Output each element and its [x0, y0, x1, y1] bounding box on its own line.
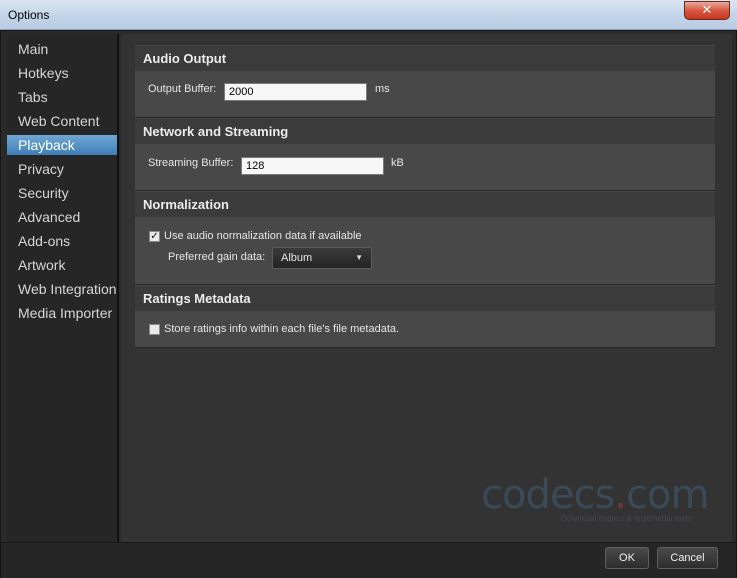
section-header-ratings: Ratings Metadata [135, 285, 715, 311]
preferred-gain-label: Preferred gain data: [168, 251, 266, 263]
sidebar-item-playback[interactable]: Playback [7, 135, 117, 155]
use-normalization-label: Use audio normalization data if availabl… [164, 230, 362, 242]
dialog-footer: OK Cancel [1, 542, 736, 578]
store-ratings-checkbox[interactable] [149, 324, 160, 335]
use-normalization-checkbox[interactable]: ✓ [149, 231, 160, 242]
options-dialog: Main Hotkeys Tabs Web Content Playback P… [0, 30, 737, 578]
sidebar-item-web-integration[interactable]: Web Integration [7, 279, 117, 299]
codecs-watermark-logo: codecs.com [481, 472, 709, 518]
store-ratings-label: Store ratings info within each file's fi… [164, 323, 400, 335]
settings-panel: Audio Output Output Buffer: 2000 ms Netw… [121, 34, 732, 542]
sidebar: Main Hotkeys Tabs Web Content Playback P… [7, 34, 119, 542]
preferred-gain-dropdown[interactable]: Album ▼ [272, 247, 372, 269]
checkmark-icon: ✓ [150, 231, 159, 242]
section-header-normalization: Normalization [135, 191, 715, 217]
sidebar-item-media-importer[interactable]: Media Importer [7, 303, 117, 323]
section-audio-output: Output Buffer: 2000 ms [135, 71, 715, 118]
window-title: Options [8, 8, 50, 22]
sidebar-item-security[interactable]: Security [7, 183, 117, 203]
output-buffer-input[interactable]: 2000 [224, 83, 367, 101]
sidebar-item-tabs[interactable]: Tabs [7, 87, 117, 107]
preferred-gain-value: Album [281, 252, 313, 264]
window-title-bar: Options ✕ [0, 0, 737, 30]
close-icon: ✕ [701, 3, 713, 18]
sidebar-item-artwork[interactable]: Artwork [7, 255, 117, 275]
output-buffer-label: Output Buffer: [148, 83, 217, 95]
sidebar-item-hotkeys[interactable]: Hotkeys [7, 63, 117, 83]
sidebar-item-privacy[interactable]: Privacy [7, 159, 117, 179]
cancel-button[interactable]: Cancel [657, 547, 718, 569]
chevron-down-icon: ▼ [355, 253, 363, 262]
section-normalization: ✓ Use audio normalization data if availa… [135, 217, 715, 285]
sidebar-item-add-ons[interactable]: Add-ons [7, 231, 117, 251]
sidebar-item-advanced[interactable]: Advanced [7, 207, 117, 227]
section-header-network: Network and Streaming [135, 118, 715, 144]
section-network: Streaming Buffer: 128 kB [135, 144, 715, 191]
streaming-buffer-input[interactable]: 128 [241, 157, 384, 175]
codecs-watermark-tagline: Download codecs & multimedia tools [561, 514, 692, 523]
streaming-buffer-label: Streaming Buffer: [148, 157, 234, 169]
ok-button[interactable]: OK [605, 547, 649, 569]
output-buffer-unit: ms [375, 83, 390, 95]
section-ratings: Store ratings info within each file's fi… [135, 311, 715, 348]
streaming-buffer-unit: kB [391, 157, 404, 169]
close-button[interactable]: ✕ [684, 1, 730, 20]
sidebar-item-main[interactable]: Main [7, 39, 117, 59]
section-header-audio-output: Audio Output [135, 45, 715, 71]
sidebar-item-web-content[interactable]: Web Content [7, 111, 117, 131]
